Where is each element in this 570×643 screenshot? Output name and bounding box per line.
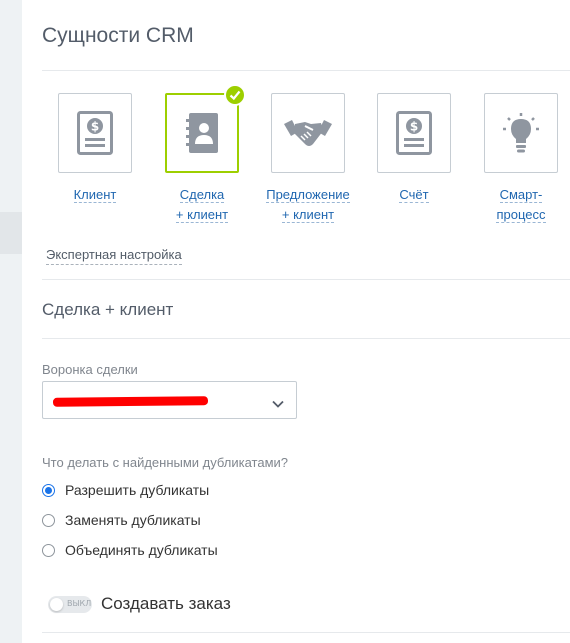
entity-tile-proposal-client[interactable] bbox=[271, 93, 345, 173]
entity-label-invoice[interactable]: Счёт bbox=[359, 185, 469, 205]
pipeline-select[interactable] bbox=[42, 381, 297, 419]
radio-replace-duplicates[interactable]: Заменять дубликаты bbox=[42, 510, 201, 530]
entity-tile-smart-process[interactable] bbox=[484, 93, 558, 173]
radio-label: Разрешить дубликаты bbox=[65, 482, 210, 498]
create-order-label: Создавать заказ bbox=[101, 594, 231, 613]
radio-allow-duplicates[interactable]: Разрешить дубликаты bbox=[42, 480, 209, 500]
background-strip bbox=[0, 0, 22, 643]
panel-title: Сущности CRM bbox=[42, 24, 194, 47]
entity-tile-client[interactable]: $ bbox=[58, 93, 132, 173]
toggle-knob bbox=[50, 598, 63, 611]
svg-text:$: $ bbox=[91, 120, 99, 134]
divider bbox=[42, 70, 570, 71]
entity-label-proposal-client[interactable]: Предложение + клиент bbox=[253, 185, 363, 225]
background-band bbox=[0, 212, 22, 254]
section-title: Сделка + клиент bbox=[42, 300, 174, 319]
divider bbox=[42, 338, 570, 339]
duplicates-question: Что делать с найденными дубликатами? bbox=[42, 455, 289, 470]
redacted-value bbox=[52, 396, 209, 407]
radio-button[interactable] bbox=[42, 513, 55, 527]
chevron-down-icon bbox=[272, 395, 284, 413]
radio-button[interactable] bbox=[42, 483, 55, 497]
toggle-state-text: ВЫКЛ bbox=[67, 599, 92, 608]
crm-entities-panel: Сущности CRM $ $ Клиент Сделка + клиент … bbox=[22, 0, 570, 643]
entity-label-deal-client[interactable]: Сделка + клиент bbox=[147, 185, 257, 225]
svg-text:$: $ bbox=[410, 120, 418, 134]
radio-merge-duplicates[interactable]: Объединять дубликаты bbox=[42, 540, 218, 560]
divider bbox=[42, 279, 570, 280]
entity-tile-deal-client[interactable] bbox=[165, 93, 239, 173]
entity-label-client[interactable]: Клиент bbox=[40, 185, 150, 205]
create-order-toggle[interactable]: ВЫКЛ bbox=[48, 596, 92, 613]
pipeline-label: Воронка сделки bbox=[42, 362, 138, 377]
radio-label: Объединять дубликаты bbox=[65, 542, 218, 558]
selected-check-icon bbox=[224, 84, 246, 106]
radio-label: Заменять дубликаты bbox=[65, 512, 201, 528]
expert-settings-link[interactable]: Экспертная настройка bbox=[46, 246, 182, 265]
divider bbox=[42, 632, 570, 633]
radio-button[interactable] bbox=[42, 543, 55, 557]
entity-tile-invoice[interactable]: $ bbox=[377, 93, 451, 173]
entity-label-smart-process[interactable]: Смарт- процесс bbox=[466, 185, 570, 225]
